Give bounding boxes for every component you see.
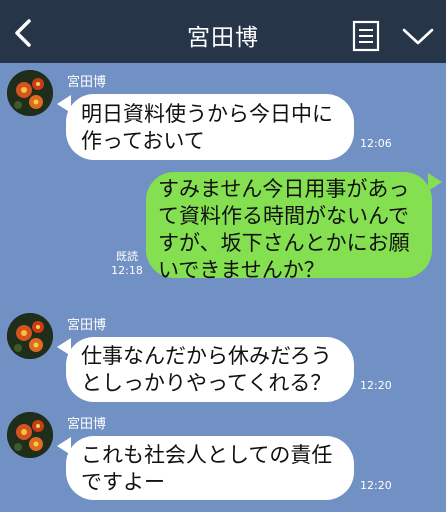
sender-name: 宮田博 (67, 318, 107, 333)
message-time: 12:18 (111, 264, 143, 277)
avatar[interactable] (7, 412, 53, 458)
message-time: 12:20 (360, 479, 392, 492)
menu-list-icon (352, 20, 380, 52)
dropdown-button[interactable] (401, 24, 435, 48)
chevron-down-icon (402, 28, 434, 45)
message-time: 12:20 (360, 379, 392, 392)
menu-button[interactable] (352, 20, 380, 52)
avatar[interactable] (7, 70, 53, 116)
sender-name: 宮田博 (67, 75, 107, 90)
read-receipt: 既読 12:18 (110, 250, 144, 278)
incoming-message-bubble[interactable]: 仕事なんだから休みだろう としっかりやってくれる？ (66, 337, 354, 402)
outgoing-message-bubble[interactable]: すみません今日用事があっ て資料作る時間がないんで すが、坂下さんとかにお願 い… (146, 172, 432, 282)
read-label: 既読 (116, 250, 138, 263)
incoming-message-bubble[interactable]: これも社会人としての責任 ですよー (66, 436, 354, 500)
flower-avatar-icon (7, 412, 53, 458)
flower-avatar-icon (7, 70, 53, 116)
sender-name: 宮田博 (67, 417, 107, 432)
avatar[interactable] (7, 313, 53, 359)
message-time: 12:06 (360, 137, 392, 150)
chat-header: 宮田博 (0, 0, 446, 63)
flower-avatar-icon (7, 313, 53, 359)
bubble-tail (428, 173, 442, 191)
incoming-message-bubble[interactable]: 明日資料使うから今日中に 作っておいて (66, 94, 354, 160)
